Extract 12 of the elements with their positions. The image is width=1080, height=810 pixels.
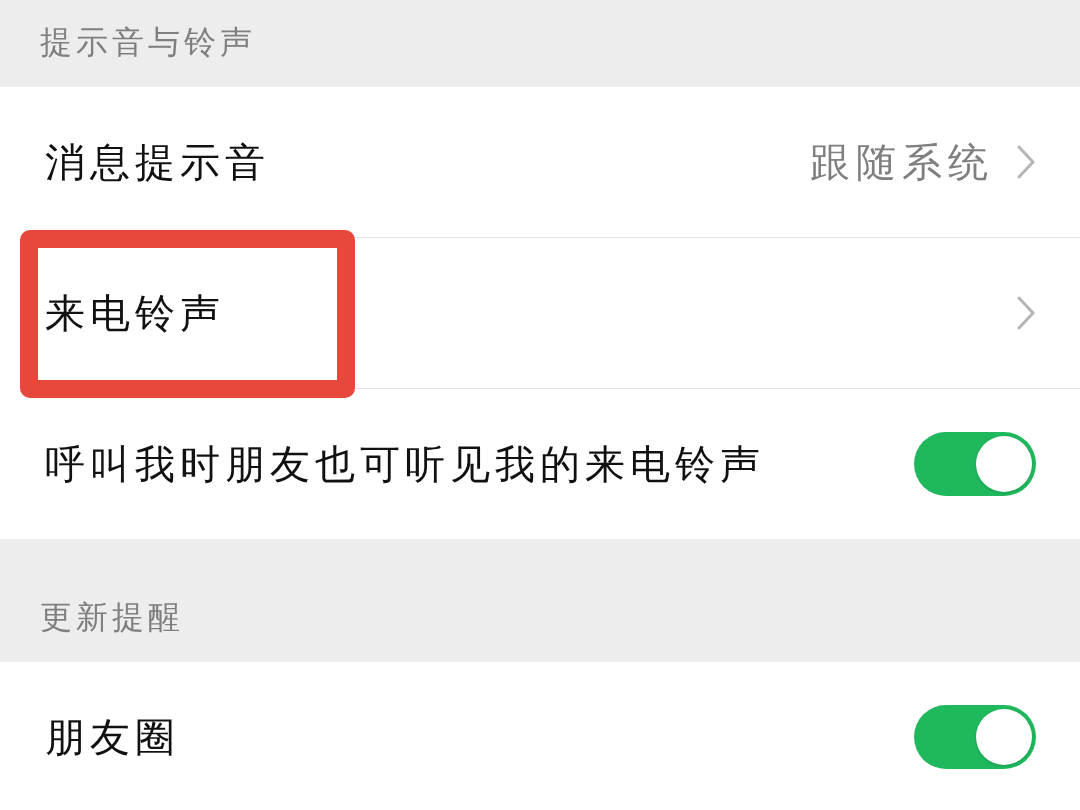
row-label: 朋友圈 bbox=[45, 713, 180, 761]
row-label: 消息提示音 bbox=[45, 138, 270, 186]
chevron-right-icon bbox=[1016, 145, 1036, 179]
row-value: 跟随系统 bbox=[810, 138, 994, 186]
row-label: 来电铃声 bbox=[45, 289, 225, 337]
settings-row[interactable]: 朋友圈 bbox=[0, 662, 1080, 810]
settings-row[interactable]: 消息提示音 跟随系统 bbox=[0, 87, 1080, 237]
settings-row[interactable]: 呼叫我时朋友也可听见我的来电铃声 bbox=[0, 389, 1080, 539]
row-label: 呼叫我时朋友也可听见我的来电铃声 bbox=[45, 440, 765, 488]
section-header: 更新提醒 bbox=[40, 598, 184, 637]
section-header: 提示音与铃声 bbox=[40, 23, 256, 62]
chevron-right-icon bbox=[1016, 296, 1036, 330]
